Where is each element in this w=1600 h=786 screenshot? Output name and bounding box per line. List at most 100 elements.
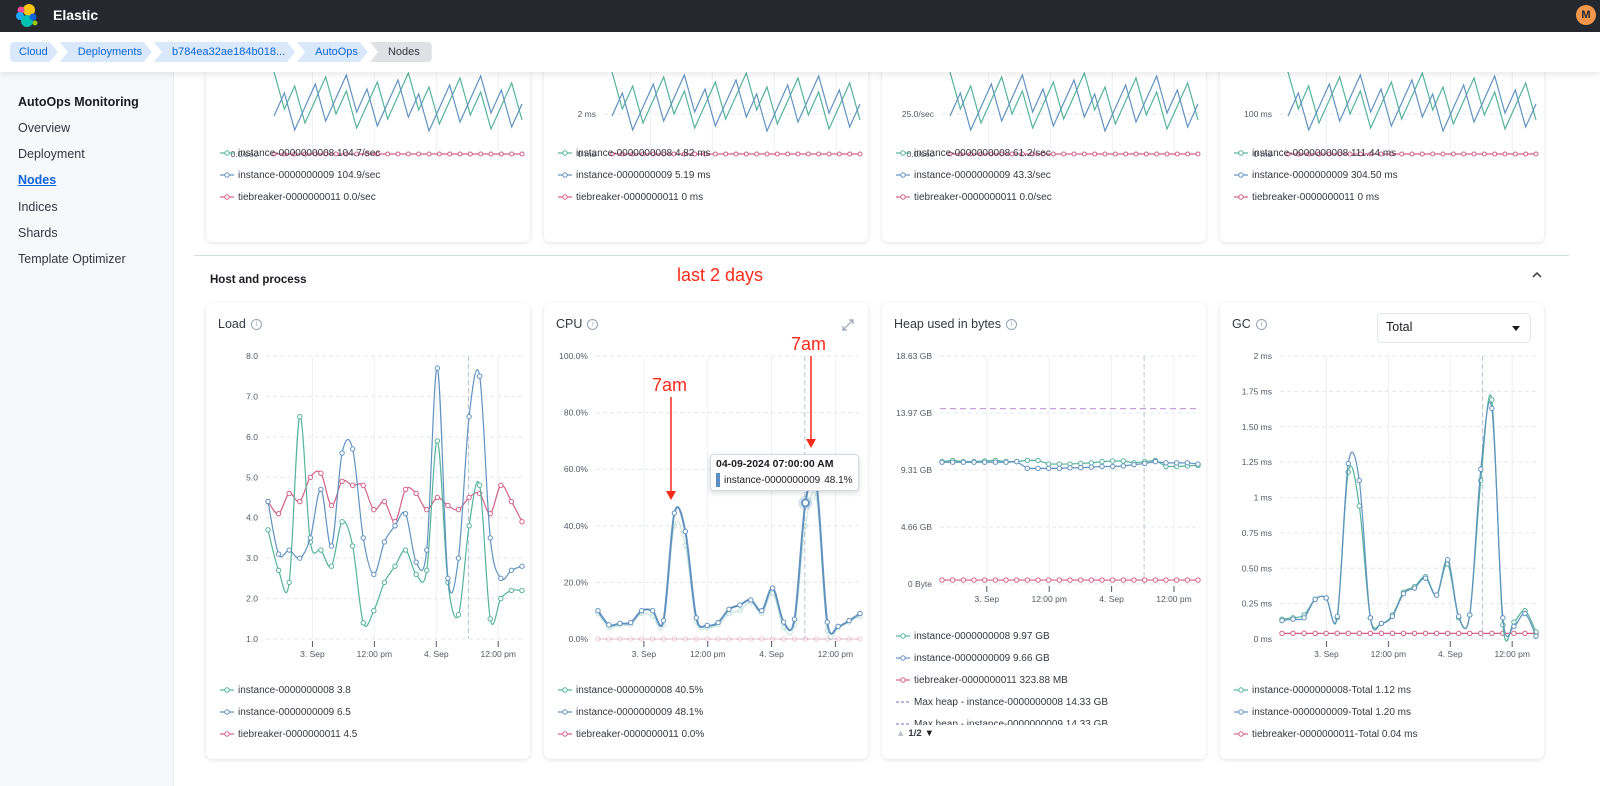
data-point xyxy=(1120,463,1127,469)
legend-item[interactable]: tiebreaker-0000000011 0.0/sec xyxy=(896,186,1052,208)
data-point xyxy=(748,597,754,603)
main-content: 0.0/sec3. Sep12:00 pm4. Sep12:00 pm inst… xyxy=(174,52,1600,786)
breadcrumb-deployments[interactable]: Deployments xyxy=(60,42,152,62)
legend-item[interactable]: tiebreaker-0000000011-Total 0.04 ms xyxy=(1234,723,1417,745)
legend-item[interactable]: instance-0000000009 6.5 xyxy=(220,701,357,723)
data-point xyxy=(769,585,776,591)
breadcrumb-autoops[interactable]: AutoOps xyxy=(297,42,368,62)
data-point xyxy=(339,450,345,456)
data-point xyxy=(1109,458,1116,464)
legend-item[interactable]: instance-0000000009 104.9/sec xyxy=(220,164,380,186)
data-point xyxy=(286,547,292,553)
metric-card-1: 0.0/sec3. Sep12:00 pm4. Sep12:00 pm inst… xyxy=(206,52,530,242)
data-point xyxy=(1081,151,1087,157)
legend-item[interactable]: instance-0000000009 304.50 ms xyxy=(1234,164,1398,186)
data-point xyxy=(846,617,852,624)
legend-item[interactable]: instance-0000000009 9.66 GB xyxy=(896,647,1108,669)
instance8-line xyxy=(597,490,861,641)
highlight-point[interactable] xyxy=(801,498,810,508)
legend-item[interactable]: tiebreaker-0000000011 0 ms xyxy=(1234,186,1398,208)
data-point xyxy=(1502,151,1508,157)
legend-item[interactable]: tiebreaker-0000000011 0.0% xyxy=(558,723,704,745)
legend-item[interactable]: instance-0000000008 61.2/sec xyxy=(896,142,1052,164)
data-point xyxy=(785,151,791,157)
legend-pager: ▲ 1/2 ▼ xyxy=(896,728,934,739)
section-title-host-process[interactable]: Host and process xyxy=(210,274,307,286)
legend-item[interactable]: instance-0000000009 5.19 ms xyxy=(558,164,711,186)
data-point xyxy=(971,577,977,583)
data-point xyxy=(759,636,765,642)
data-point xyxy=(857,636,863,642)
data-point xyxy=(1334,613,1340,620)
elastic-logo-icon[interactable] xyxy=(14,3,40,29)
legend-item[interactable]: tiebreaker-0000000011 4.5 xyxy=(220,723,357,745)
data-point xyxy=(1133,151,1139,157)
data-point xyxy=(1433,630,1440,637)
breadcrumb-deployment-id[interactable]: b784ea32ae184b018... xyxy=(154,42,295,62)
legend-item[interactable]: instance-0000000009-Total 1.20 ms xyxy=(1234,701,1417,723)
legend-label: instance-0000000009 104.9/sec xyxy=(238,169,381,181)
data-point xyxy=(1399,151,1405,157)
sidebar-item-shards[interactable]: Shards xyxy=(18,226,58,240)
pager-up-icon[interactable]: ▲ xyxy=(896,728,905,739)
load-chart: 1.0 2.0 3.0 4.0 5.0 6.0 7.0 8.0 3. Sep 12:00 pm 4.… xyxy=(246,351,525,659)
data-point xyxy=(1461,151,1467,157)
data-point xyxy=(1056,465,1063,472)
annotation-7am-2: 7am xyxy=(791,334,827,354)
data-point xyxy=(628,619,634,626)
data-point xyxy=(349,482,356,489)
legend-item[interactable]: instance-0000000009 48.1% xyxy=(558,701,704,723)
legend-item[interactable]: instance-0000000008 104.7/sec xyxy=(220,142,380,164)
tooltip-title: 04-09-2024 07:00:00 AM xyxy=(716,458,834,470)
data-point xyxy=(416,151,422,157)
legend-item[interactable]: instance-0000000008 3.8 xyxy=(220,679,357,701)
legend-item[interactable]: instance-0000000008 111.44 ms xyxy=(1234,142,1398,164)
legend-swatch-icon xyxy=(220,150,234,156)
data-point xyxy=(1077,577,1084,583)
data-point xyxy=(1035,577,1041,583)
legend-item[interactable]: instance-0000000009 43.3/sec xyxy=(896,164,1052,186)
data-point xyxy=(1356,503,1363,509)
data-point xyxy=(1092,151,1098,157)
legend-item[interactable]: instance-0000000008 9.97 GB xyxy=(896,625,1108,647)
data-point xyxy=(1003,577,1009,583)
data-point xyxy=(1356,477,1363,484)
legend-label: instance-0000000008-Total 1.12 ms xyxy=(1252,684,1411,696)
legend-item[interactable]: Max heap - instance-0000000008 14.33 GB xyxy=(896,691,1108,713)
legend-item[interactable]: instance-0000000008 40.5% xyxy=(558,679,704,701)
sidebar-item-deployment[interactable]: Deployment xyxy=(18,147,85,161)
data-point xyxy=(455,612,462,618)
legend-item[interactable]: tiebreaker-0000000011 0 ms xyxy=(558,186,711,208)
data-point xyxy=(1071,151,1077,157)
sidebar-item-overview[interactable]: Overview xyxy=(18,121,70,135)
data-point xyxy=(660,636,667,642)
sidebar-title: AutoOps Monitoring xyxy=(18,95,139,109)
data-point xyxy=(466,523,472,529)
data-point xyxy=(1109,577,1116,583)
data-point xyxy=(595,608,601,614)
sidebar-item-template-optimizer[interactable]: Template Optimizer xyxy=(18,252,126,266)
cpu-card: CPU i 0.0% 20.0% 40.0% 60.0% 80.0% 100.0% 3. Se… xyxy=(544,303,868,759)
y-tick-label: 0 Byte xyxy=(908,579,932,589)
data-point xyxy=(1088,460,1095,466)
data-point xyxy=(307,474,314,480)
data-point xyxy=(826,151,832,157)
legend-item[interactable]: instance-0000000008-Total 1.12 ms xyxy=(1234,679,1417,701)
data-point xyxy=(1174,151,1180,157)
sidebar-item-indices[interactable]: Indices xyxy=(18,200,58,214)
legend-item[interactable]: tiebreaker-0000000011 0.0/sec xyxy=(220,186,380,208)
legend-swatch-icon xyxy=(896,150,910,156)
collapse-chevron-up-icon[interactable] xyxy=(1530,268,1544,282)
pager-down-icon[interactable]: ▼ xyxy=(925,728,934,739)
user-avatar[interactable]: M xyxy=(1576,5,1596,25)
legend-item[interactable]: Max heap - instance-0000000009 14.33 GB xyxy=(896,713,1108,725)
breadcrumb-cloud[interactable]: Cloud xyxy=(10,42,58,62)
data-point xyxy=(447,151,453,157)
data-point xyxy=(1312,596,1318,603)
legend-label: Max heap - instance-0000000009 14.33 GB xyxy=(914,718,1109,726)
data-point xyxy=(286,579,292,586)
sidebar-item-nodes[interactable]: Nodes xyxy=(18,173,56,187)
legend-item[interactable]: instance-0000000008 4.82 ms xyxy=(558,142,711,164)
data-point xyxy=(519,587,525,594)
legend-item[interactable]: tiebreaker-0000000011 323.88 MB xyxy=(896,669,1108,691)
